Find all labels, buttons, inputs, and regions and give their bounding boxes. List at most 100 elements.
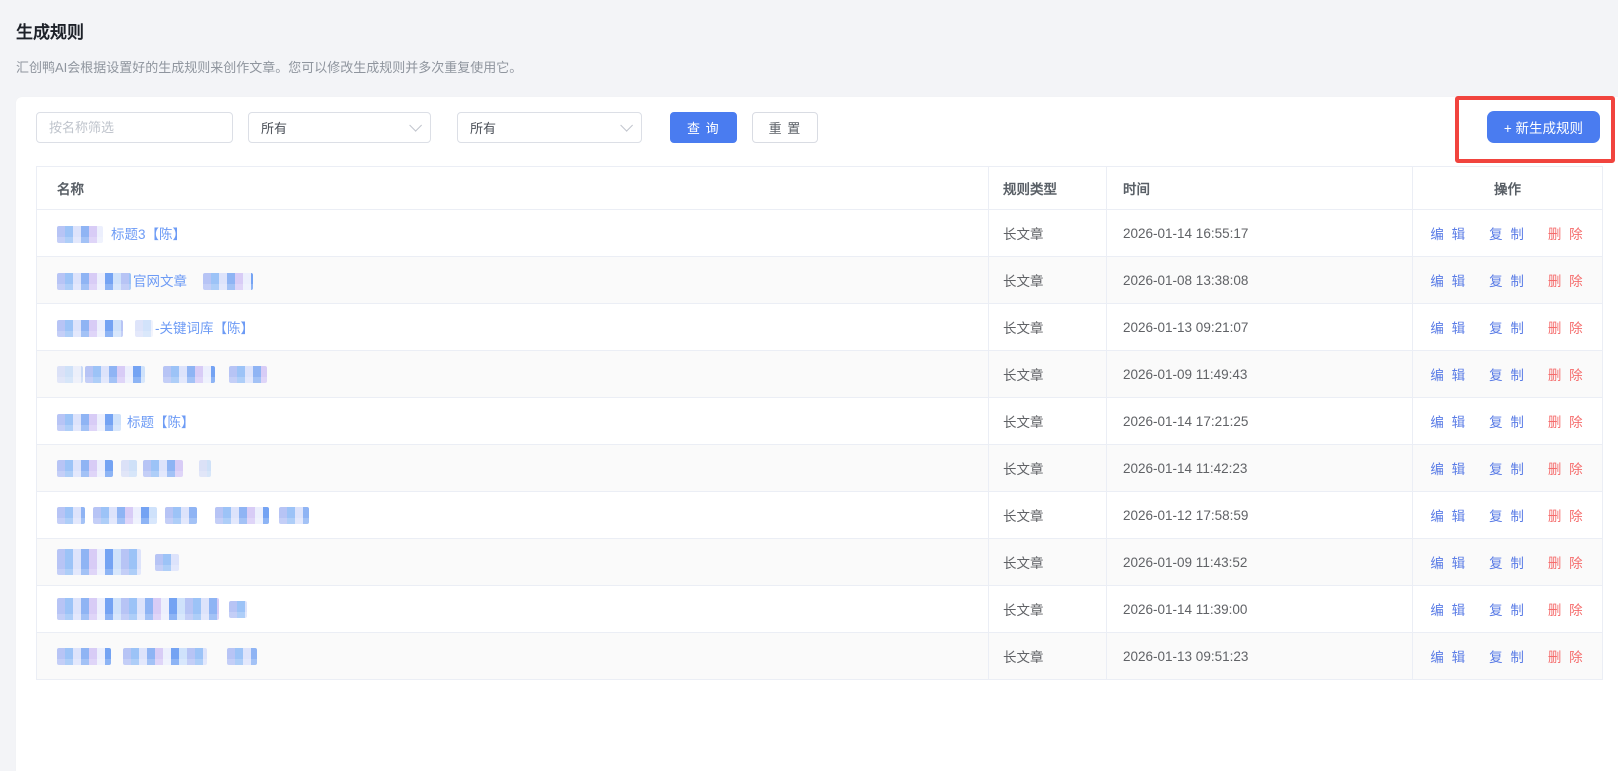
name-cell xyxy=(37,633,989,680)
copy-link[interactable]: 复 制 xyxy=(1489,603,1526,618)
copy-link[interactable]: 复 制 xyxy=(1489,227,1526,242)
table-row: 长文章2026-01-13 09:51:23 编 辑 复 制 删 除 xyxy=(37,633,1603,680)
delete-link[interactable]: 删 除 xyxy=(1548,274,1585,289)
column-header-name: 名称 xyxy=(37,167,989,210)
redacted-blur xyxy=(85,366,145,383)
new-rule-button[interactable]: + 新生成规则 xyxy=(1487,111,1600,143)
delete-link[interactable]: 删 除 xyxy=(1548,603,1585,618)
edit-link[interactable]: 编 辑 xyxy=(1430,321,1467,336)
time-cell: 2026-01-14 11:39:00 xyxy=(1107,586,1413,633)
name-cell xyxy=(37,492,989,539)
edit-link[interactable]: 编 辑 xyxy=(1430,509,1467,524)
rule-type-cell: 长文章 xyxy=(989,445,1107,492)
copy-link[interactable]: 复 制 xyxy=(1489,321,1526,336)
rule-type-select[interactable]: 所有 xyxy=(248,112,431,143)
redacted-blur xyxy=(121,460,137,477)
redacted-blur xyxy=(229,366,267,383)
delete-link[interactable]: 删 除 xyxy=(1548,462,1585,477)
table-row: -关键词库【陈】长文章2026-01-13 09:21:07编 辑复 制删 除 xyxy=(37,304,1603,351)
rule-name-link[interactable]: -关键词库【陈】 xyxy=(155,321,254,336)
time-cell: 2026-01-13 09:51:23 xyxy=(1107,633,1413,680)
rule-type-cell: 长文章 xyxy=(989,539,1107,586)
redacted-blur xyxy=(57,507,85,524)
status-select[interactable]: 所有 xyxy=(457,112,642,143)
redacted-blur xyxy=(57,549,141,575)
delete-link[interactable]: 删 除 xyxy=(1548,227,1585,242)
actions-cell: 编 辑复 制删 除 xyxy=(1413,492,1603,539)
rule-type-cell: 长文章 xyxy=(989,398,1107,445)
time-cell: 2026-01-09 11:43:52 xyxy=(1107,539,1413,586)
name-cell: 官网文章 xyxy=(37,257,989,304)
time-cell: 2026-01-09 11:49:43 xyxy=(1107,351,1413,398)
column-header-actions: 操作 xyxy=(1413,167,1603,210)
delete-link[interactable]: 删 除 xyxy=(1548,415,1585,430)
redacted-blur xyxy=(143,460,183,477)
actions-cell: 编 辑复 制删 除 xyxy=(1413,351,1603,398)
chevron-down-icon xyxy=(409,119,422,132)
time-cell: 2026-01-08 13:38:08 xyxy=(1107,257,1413,304)
column-header-time: 时间 xyxy=(1107,167,1413,210)
rule-name-link[interactable]: 标题【陈】 xyxy=(127,415,195,430)
redacted-blur xyxy=(57,226,103,243)
rule-name-link[interactable]: 官网文章 xyxy=(133,274,187,289)
chevron-down-icon xyxy=(620,119,633,132)
column-header-rule-type: 规则类型 xyxy=(989,167,1107,210)
time-cell: 2026-01-14 11:42:23 xyxy=(1107,445,1413,492)
copy-link[interactable]: 复 制 xyxy=(1489,368,1526,383)
edit-link[interactable]: 编 辑 xyxy=(1430,368,1467,383)
delete-link[interactable]: 删 除 xyxy=(1548,368,1585,383)
rule-name-link[interactable]: 标题3【陈】 xyxy=(111,227,186,242)
redacted-blur xyxy=(123,648,207,665)
copy-link[interactable]: 复 制 xyxy=(1489,462,1526,477)
name-cell xyxy=(37,539,989,586)
content-card: 所有 所有 查 询 重 置 + 新生成规则 名称 规则类型 时间 操作 标题3【… xyxy=(16,97,1618,771)
rule-type-cell: 长文章 xyxy=(989,633,1107,680)
edit-link[interactable]: 编 辑 xyxy=(1430,227,1467,242)
copy-link[interactable]: 复 制 xyxy=(1489,556,1526,571)
table-row: 官网文章长文章2026-01-08 13:38:08编 辑复 制删 除 xyxy=(37,257,1603,304)
edit-link[interactable]: 编 辑 xyxy=(1430,603,1467,618)
edit-link[interactable]: 编 辑 xyxy=(1430,415,1467,430)
filter-bar: 所有 所有 查 询 重 置 xyxy=(36,112,818,143)
edit-link[interactable]: 编 辑 xyxy=(1430,556,1467,571)
delete-link[interactable]: 删 除 xyxy=(1548,509,1585,524)
copy-link[interactable]: 复 制 xyxy=(1489,650,1526,665)
table-row: 长文章2026-01-09 11:49:43编 辑复 制删 除 xyxy=(37,351,1603,398)
copy-link[interactable]: 复 制 xyxy=(1489,415,1526,430)
delete-link[interactable]: 删 除 xyxy=(1548,650,1585,665)
actions-cell: 编 辑复 制删 除 xyxy=(1413,398,1603,445)
redacted-blur xyxy=(165,507,197,524)
redacted-blur xyxy=(57,648,111,665)
reset-button[interactable]: 重 置 xyxy=(752,112,819,143)
table-header-row: 名称 规则类型 时间 操作 xyxy=(37,167,1603,210)
name-cell xyxy=(37,445,989,492)
table-body: 标题3【陈】长文章2026-01-14 16:55:17编 辑复 制删 除官网文… xyxy=(37,210,1603,680)
redacted-blur xyxy=(57,366,83,383)
redacted-blur xyxy=(163,366,215,383)
actions-cell: 编 辑复 制删 除 xyxy=(1413,586,1603,633)
search-button[interactable]: 查 询 xyxy=(670,112,737,143)
time-cell: 2026-01-12 17:58:59 xyxy=(1107,492,1413,539)
actions-cell: 编 辑复 制删 除 xyxy=(1413,445,1603,492)
status-select-value: 所有 xyxy=(470,118,496,137)
redacted-blur xyxy=(203,273,253,290)
time-cell: 2026-01-14 16:55:17 xyxy=(1107,210,1413,257)
delete-link[interactable]: 删 除 xyxy=(1548,321,1585,336)
redacted-blur xyxy=(57,414,121,431)
redacted-blur xyxy=(57,273,131,290)
copy-link[interactable]: 复 制 xyxy=(1489,274,1526,289)
actions-cell: 编 辑复 制删 除 xyxy=(1413,304,1603,351)
name-filter-input[interactable] xyxy=(36,112,233,143)
edit-link[interactable]: 编 辑 xyxy=(1430,462,1467,477)
delete-link[interactable]: 删 除 xyxy=(1548,556,1585,571)
rule-type-cell: 长文章 xyxy=(989,304,1107,351)
table-row: 标题3【陈】长文章2026-01-14 16:55:17编 辑复 制删 除 xyxy=(37,210,1603,257)
edit-link[interactable]: 编 辑 xyxy=(1430,274,1467,289)
copy-link[interactable]: 复 制 xyxy=(1489,509,1526,524)
actions-cell: 编 辑复 制删 除 xyxy=(1413,257,1603,304)
redacted-blur xyxy=(93,507,157,524)
table-row: 标题【陈】长文章2026-01-14 17:21:25编 辑复 制删 除 xyxy=(37,398,1603,445)
redacted-blur xyxy=(57,320,123,337)
edit-link[interactable]: 编 辑 xyxy=(1430,650,1467,665)
actions-cell: 编 辑复 制删 除 xyxy=(1413,633,1603,680)
